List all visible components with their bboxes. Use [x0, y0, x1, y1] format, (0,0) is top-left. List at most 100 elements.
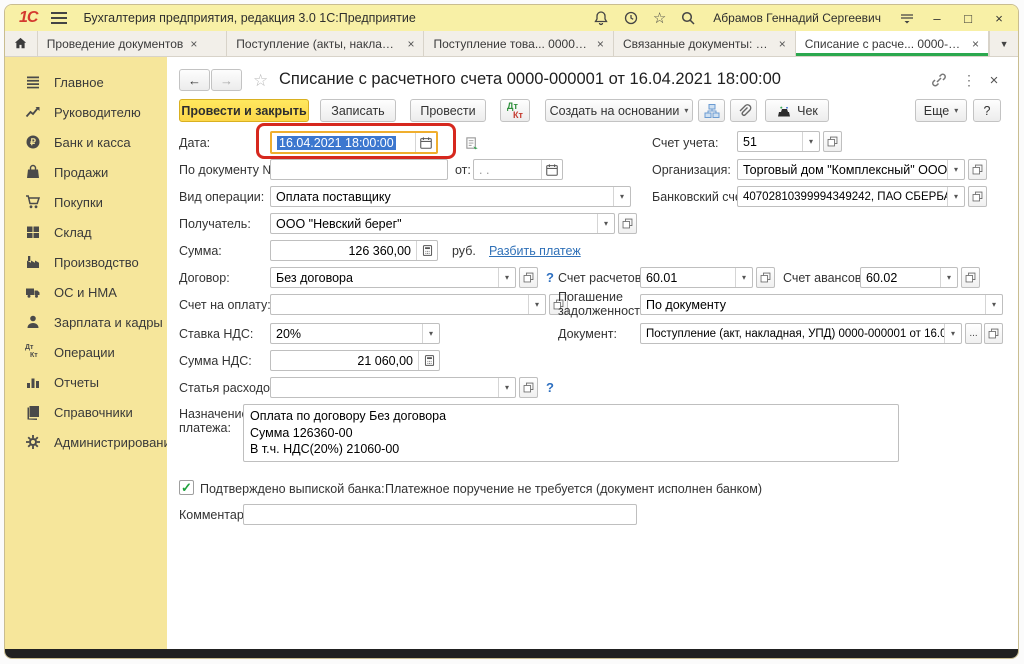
- sidebar-item-production[interactable]: Производство: [5, 247, 167, 277]
- vat-rate-select[interactable]: 20% ▾: [270, 323, 440, 344]
- date-input[interactable]: 16.04.2021 18:00:00: [270, 131, 438, 154]
- sidebar-item-for-manager[interactable]: Руководителю: [5, 97, 167, 127]
- bank-account-select[interactable]: 40702810399994349242, ПАО СБЕРБАНК ▾: [737, 186, 965, 207]
- contract-select[interactable]: Без договора ▾: [270, 267, 516, 288]
- sidebar-item-fixed-assets[interactable]: ОС и НМА: [5, 277, 167, 307]
- advance-account-select[interactable]: 60.02 ▾: [860, 267, 958, 288]
- open-accounting-account-button[interactable]: [823, 131, 842, 152]
- tab-document-posting[interactable]: Проведение документов ×: [38, 31, 227, 56]
- comment-input[interactable]: [243, 504, 637, 525]
- payment-purpose-textarea[interactable]: Оплата по договору Без договора Сумма 12…: [243, 404, 899, 462]
- chevron-down-icon[interactable]: ▾: [613, 187, 630, 206]
- sidebar-item-warehouse[interactable]: Склад: [5, 217, 167, 247]
- open-advance-account-button[interactable]: [961, 267, 980, 288]
- chevron-down-icon[interactable]: ▾: [498, 268, 515, 287]
- open-base-document-button[interactable]: [984, 323, 1003, 344]
- tab-receipts-list[interactable]: Поступление (акты, накладные... ×: [227, 31, 424, 56]
- chevron-down-icon[interactable]: ▾: [498, 378, 515, 397]
- tab-bank-writeoff-active[interactable]: Списание с расче... 0000-000001 ×: [796, 31, 989, 56]
- more-options-dots-icon[interactable]: ⋮: [960, 71, 978, 89]
- chevron-down-icon[interactable]: ▾: [944, 324, 961, 343]
- get-link-icon[interactable]: [930, 71, 948, 89]
- tab-goods-receipt[interactable]: Поступление това... 0000-000001 ×: [424, 31, 613, 56]
- close-document-icon[interactable]: ×: [985, 71, 1003, 89]
- contract-help-marker[interactable]: ?: [546, 270, 554, 285]
- main-menu-icon[interactable]: [51, 9, 67, 27]
- organization-select[interactable]: Торговый дом "Комплексный" ООО ▾: [737, 159, 965, 180]
- related-documents-button[interactable]: [698, 99, 725, 122]
- home-tab[interactable]: [5, 31, 38, 56]
- sidebar-item-bank-cash[interactable]: ₽ Банк и касса: [5, 127, 167, 157]
- dt-kt-button[interactable]: ДтКт: [500, 99, 530, 122]
- by-document-number-input[interactable]: [270, 159, 448, 180]
- chevron-down-icon[interactable]: ▾: [422, 324, 439, 343]
- chevron-down-icon[interactable]: ▾: [940, 268, 957, 287]
- service-settings-icon[interactable]: [898, 10, 915, 27]
- payment-invoice-select[interactable]: ▾: [270, 294, 546, 315]
- chevron-down-icon[interactable]: ▾: [802, 132, 819, 151]
- favorite-star-icon[interactable]: ☆: [253, 71, 268, 91]
- accounting-account-select[interactable]: 51 ▾: [737, 131, 820, 152]
- operation-type-select[interactable]: Оплата поставщику ▾: [270, 186, 631, 207]
- open-contract-button[interactable]: [519, 267, 538, 288]
- open-bank-account-button[interactable]: [968, 186, 987, 207]
- open-organization-button[interactable]: [968, 159, 987, 180]
- open-expense-item-button[interactable]: [519, 377, 538, 398]
- calculator-icon[interactable]: [416, 241, 437, 260]
- minimize-button[interactable]: –: [928, 11, 946, 26]
- settlement-account-select[interactable]: 60.01 ▾: [640, 267, 753, 288]
- write-button[interactable]: Записать: [320, 99, 396, 122]
- maximize-button[interactable]: □: [959, 11, 977, 26]
- expense-item-select[interactable]: ▾: [270, 377, 516, 398]
- vat-amount-input[interactable]: 21 060,00: [270, 350, 440, 371]
- tab-list-dropdown[interactable]: ▼: [989, 31, 1018, 56]
- sidebar-item-reports[interactable]: Отчеты: [5, 367, 167, 397]
- close-tab-icon[interactable]: ×: [407, 37, 414, 51]
- more-button[interactable]: Еще▾: [915, 99, 967, 122]
- choose-base-document-button[interactable]: ...: [965, 323, 982, 344]
- base-document-select[interactable]: Поступление (акт, накладная, УПД) 0000-0…: [640, 323, 962, 344]
- chevron-down-icon[interactable]: ▾: [985, 295, 1002, 314]
- close-tab-icon[interactable]: ×: [972, 37, 979, 51]
- expense-item-help-marker[interactable]: ?: [546, 380, 554, 395]
- help-button[interactable]: ?: [973, 99, 1001, 122]
- create-based-on-button[interactable]: Создать на основании▾: [545, 99, 693, 122]
- search-icon[interactable]: [679, 10, 696, 27]
- chevron-down-icon[interactable]: ▾: [947, 187, 964, 206]
- post-button[interactable]: Провести: [410, 99, 486, 122]
- close-tab-icon[interactable]: ×: [190, 37, 197, 51]
- from-date-input[interactable]: . .: [473, 159, 563, 180]
- bank-confirmed-checkbox[interactable]: ✓: [179, 480, 194, 495]
- sidebar-item-main[interactable]: Главное: [5, 67, 167, 97]
- close-window-button[interactable]: ×: [990, 11, 1008, 26]
- sidebar-item-administration[interactable]: Администрирование: [5, 427, 167, 457]
- split-payment-link[interactable]: Разбить платеж: [489, 244, 581, 258]
- open-payee-button[interactable]: [618, 213, 637, 234]
- sidebar-item-purchases[interactable]: Покупки: [5, 187, 167, 217]
- chevron-down-icon[interactable]: ▾: [735, 268, 752, 287]
- calculator-icon[interactable]: [418, 351, 439, 370]
- chevron-down-icon[interactable]: ▾: [528, 295, 545, 314]
- favorites-star-icon[interactable]: ☆: [653, 11, 666, 26]
- notifications-bell-icon[interactable]: [593, 10, 610, 27]
- tab-related-documents[interactable]: Связанные документы: Поступ... ×: [614, 31, 796, 56]
- amount-input[interactable]: 126 360,00: [270, 240, 438, 261]
- sidebar-item-sales[interactable]: Продажи: [5, 157, 167, 187]
- close-tab-icon[interactable]: ×: [779, 37, 786, 51]
- sidebar-item-salary-hr[interactable]: Зарплата и кадры: [5, 307, 167, 337]
- attachments-button[interactable]: [730, 99, 757, 122]
- change-history-icon[interactable]: [463, 134, 481, 152]
- sidebar-item-directories[interactable]: Справочники: [5, 397, 167, 427]
- post-and-close-button[interactable]: Провести и закрыть: [179, 99, 309, 122]
- receipt-button[interactable]: Чек: [765, 99, 829, 122]
- back-button[interactable]: ←: [179, 69, 210, 91]
- history-icon[interactable]: [623, 10, 640, 27]
- open-settlement-account-button[interactable]: [756, 267, 775, 288]
- chevron-down-icon[interactable]: ▾: [947, 160, 964, 179]
- calendar-icon[interactable]: [415, 133, 436, 152]
- chevron-down-icon[interactable]: ▾: [597, 214, 614, 233]
- close-tab-icon[interactable]: ×: [597, 37, 604, 51]
- calendar-icon[interactable]: [541, 160, 562, 179]
- sidebar-item-operations[interactable]: ДтКт Операции: [5, 337, 167, 367]
- debt-repayment-select[interactable]: По документу ▾: [640, 294, 1003, 315]
